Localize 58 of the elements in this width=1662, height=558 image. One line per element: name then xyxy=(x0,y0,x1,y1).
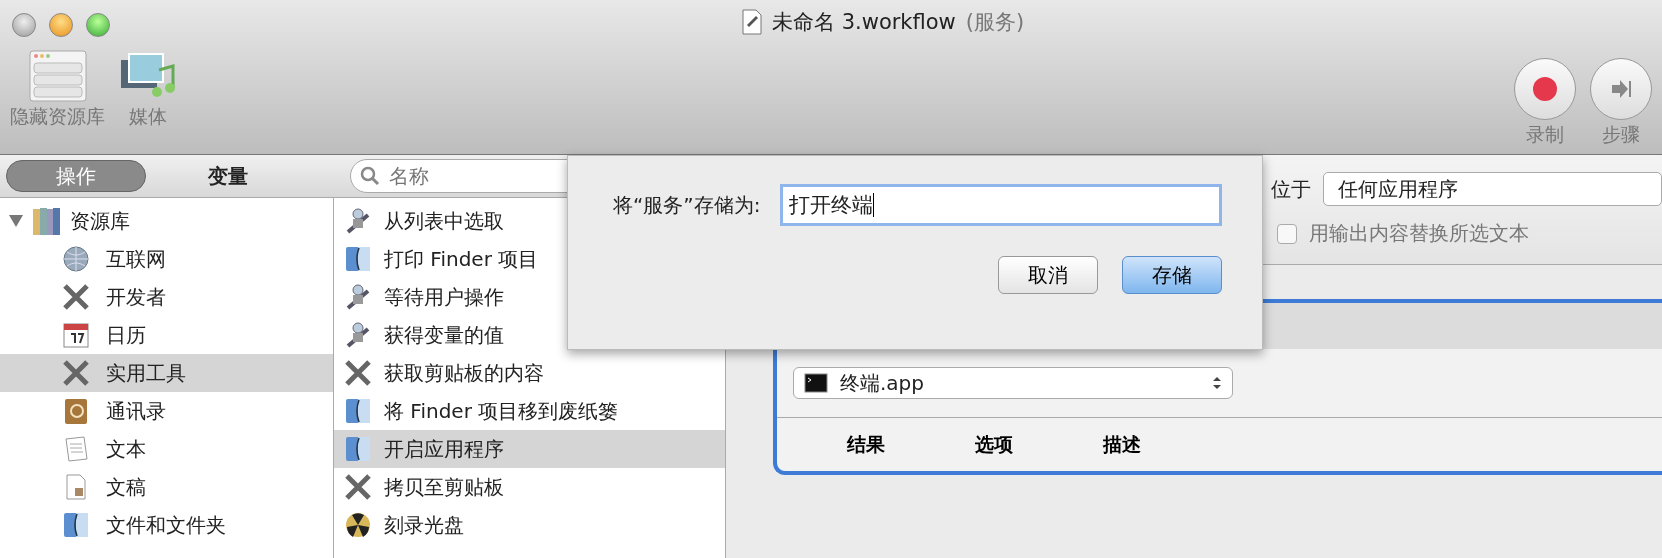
text-page-icon xyxy=(62,435,90,463)
category-item[interactable]: 文稿 xyxy=(0,468,333,506)
category-item[interactable]: 文本 xyxy=(0,430,333,468)
toolbar-label: 隐藏资源库 xyxy=(10,104,105,129)
library-icon[interactable] xyxy=(28,50,87,102)
terminal-icon xyxy=(804,373,828,393)
toolbar-label: 步骤 xyxy=(1602,122,1640,147)
category-item[interactable]: 互联网 xyxy=(0,240,333,278)
footer-tab[interactable]: 选项 xyxy=(965,431,1023,458)
address-book-icon xyxy=(62,397,90,425)
action-item[interactable]: 获得变量的值 xyxy=(334,316,725,354)
window-subtitle: (服务) xyxy=(965,9,1025,36)
dialog-label: 将“服务”存储为: xyxy=(613,191,761,219)
action-item[interactable]: 开启应用程序 xyxy=(334,430,725,468)
zoom-button[interactable] xyxy=(86,13,110,37)
tools-icon xyxy=(62,359,90,387)
library-label[interactable]: 资源库 xyxy=(70,207,130,235)
action-item[interactable]: 等待用户操作 xyxy=(334,278,725,316)
footer-tab[interactable]: 结果 xyxy=(837,431,895,458)
location-label: 位于 xyxy=(1271,175,1311,203)
action-item[interactable]: 拷贝至剪贴板 xyxy=(334,468,725,506)
name-field[interactable]: 打开终端 xyxy=(780,184,1222,226)
action-item[interactable]: 获取剪贴板的内容 xyxy=(334,354,725,392)
category-item[interactable]: 通讯录 xyxy=(0,392,333,430)
tools-icon xyxy=(344,473,372,501)
replace-checkbox[interactable] xyxy=(1277,223,1297,244)
action-item[interactable]: 打印 Finder 项目 xyxy=(334,240,725,278)
toolbar-label: 录制 xyxy=(1526,122,1564,147)
tools-icon xyxy=(344,359,372,387)
robot-icon xyxy=(344,283,372,311)
tools-icon xyxy=(62,283,90,311)
save-button[interactable]: 存储 xyxy=(1122,256,1222,294)
step-arrow-icon xyxy=(1610,79,1632,99)
category-item[interactable]: 开发者 xyxy=(0,278,333,316)
action-item[interactable]: 刻录光盘 xyxy=(334,506,725,544)
cancel-button[interactable]: 取消 xyxy=(998,256,1098,294)
tab[interactable]: 变量 xyxy=(158,160,298,192)
window-title: 未命名 3.workflow xyxy=(772,9,956,36)
action-item[interactable]: 将 Finder 项目移到废纸篓 xyxy=(334,392,725,430)
category-item[interactable]: 日历 xyxy=(0,316,333,354)
books-icon xyxy=(32,206,62,236)
category-item[interactable]: 实用工具 xyxy=(0,354,333,392)
close-button[interactable] xyxy=(12,13,36,37)
disclosure-triangle-icon[interactable] xyxy=(8,214,24,228)
application-dropdown[interactable]: 终端.app xyxy=(793,367,1233,399)
location-dropdown[interactable]: 任何应用程序 xyxy=(1323,172,1662,206)
document-icon xyxy=(742,9,762,35)
minimize-button[interactable] xyxy=(49,13,73,37)
replace-label: 用输出内容替换所选文本 xyxy=(1309,220,1529,247)
robot-icon xyxy=(344,207,372,235)
globe-icon xyxy=(62,245,90,273)
toolbar-label: 媒体 xyxy=(129,104,167,129)
updown-arrows-icon xyxy=(1212,376,1222,390)
robot-icon xyxy=(344,321,372,349)
footer-tab[interactable]: 描述 xyxy=(1093,431,1151,458)
category-item[interactable]: 文件和文件夹 xyxy=(0,506,333,544)
calendar-icon xyxy=(62,321,90,349)
radiation-disc-icon xyxy=(344,511,372,539)
